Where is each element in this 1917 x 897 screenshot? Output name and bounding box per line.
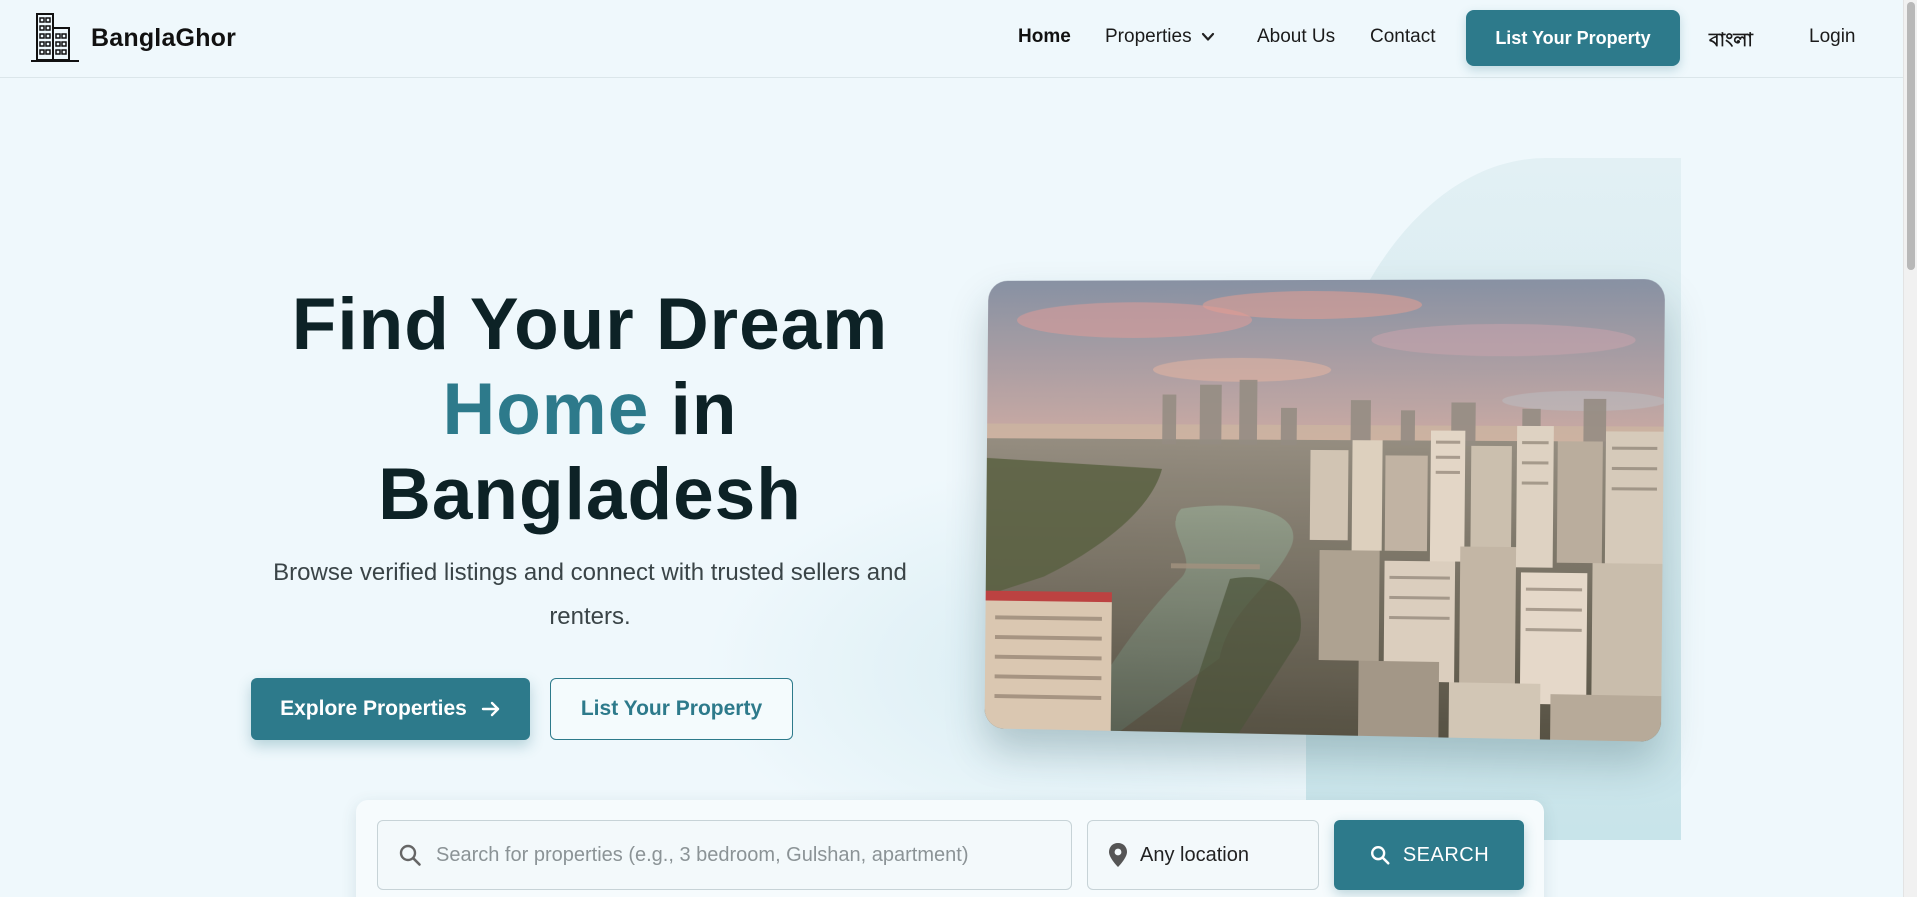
nav-list-property-button[interactable]: List Your Property bbox=[1466, 10, 1680, 66]
language-toggle[interactable]: বাংলা bbox=[1709, 26, 1753, 58]
location-select[interactable]: Any location bbox=[1087, 820, 1319, 890]
hero-subtitle: Browse verified listings and connect wit… bbox=[273, 559, 907, 630]
brand-link[interactable]: BanglaGhor bbox=[29, 12, 236, 64]
search-button-label: SEARCH bbox=[1402, 843, 1490, 866]
login-link[interactable]: Login bbox=[1809, 26, 1856, 48]
hero-list-property-button[interactable]: List Your Property bbox=[550, 678, 793, 740]
nav-about[interactable]: About Us bbox=[1257, 26, 1335, 48]
nav-properties-dropdown[interactable]: Properties bbox=[1105, 26, 1215, 48]
nav-contact[interactable]: Contact bbox=[1370, 26, 1435, 48]
location-select-value: Any location bbox=[1140, 843, 1249, 866]
search-input[interactable] bbox=[436, 843, 1056, 867]
arrow-right-icon bbox=[481, 701, 500, 717]
location-pin-icon bbox=[1109, 843, 1127, 867]
search-icon bbox=[399, 844, 421, 866]
brand-name: BanglaGhor bbox=[91, 23, 237, 52]
hero-title-line1: Find Your Dream bbox=[291, 284, 889, 365]
search-button[interactable]: SEARCH bbox=[1334, 820, 1524, 890]
explore-properties-button[interactable]: Explore Properties bbox=[251, 678, 530, 740]
chevron-down-icon bbox=[1201, 32, 1214, 41]
hero-title-accent: Home bbox=[442, 369, 650, 450]
search-icon bbox=[1370, 846, 1390, 865]
nav-home[interactable]: Home bbox=[1018, 26, 1071, 48]
hero-title-line3: Bangladesh bbox=[378, 454, 802, 535]
scrollbar-thumb[interactable] bbox=[1907, 2, 1915, 270]
hero-title: Find Your Dream Home in Bangladesh bbox=[200, 282, 980, 537]
hero-title-in: in bbox=[670, 369, 738, 450]
nav-properties-label: Properties bbox=[1105, 26, 1192, 47]
search-field[interactable] bbox=[377, 820, 1072, 890]
hero-city-image bbox=[984, 279, 1666, 742]
navbar: BanglaGhor Home Properties About Us Cont… bbox=[0, 0, 1903, 78]
explore-properties-label: Explore Properties bbox=[280, 697, 467, 720]
building-icon bbox=[31, 13, 79, 62]
page-scrollbar[interactable] bbox=[1903, 0, 1917, 897]
